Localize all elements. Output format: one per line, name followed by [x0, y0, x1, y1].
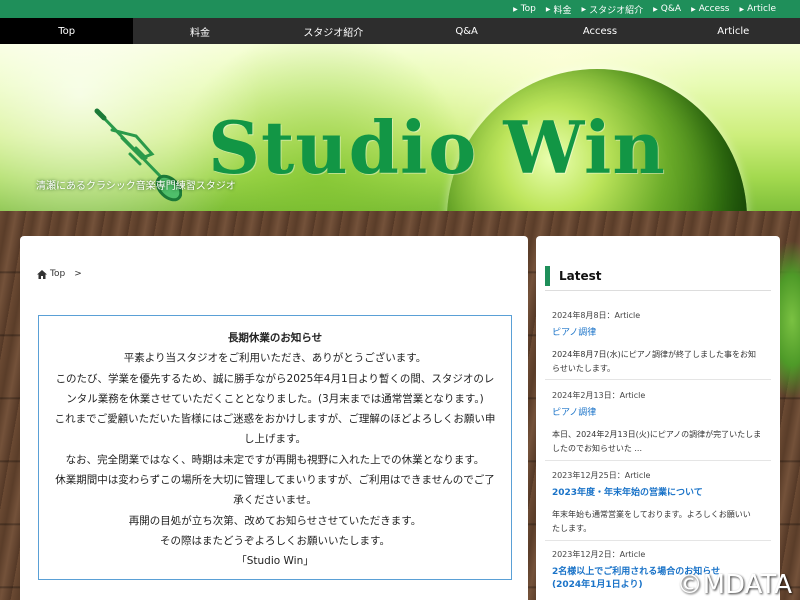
notice-line: なお、完全閉業ではなく、時期は未定ですが再開も視野に入れた上での休業となります。: [65, 453, 485, 466]
util-link-price[interactable]: ▶ 料金: [546, 3, 572, 16]
post-excerpt: 2024年8月7日(水)にピアノ調律が終了しました事をお知 らせいたします。: [552, 348, 772, 376]
triangle-icon: ▶: [581, 5, 587, 13]
breadcrumb: Top >: [37, 269, 82, 279]
closure-notice: 長期休業のお知らせ 平素より当スタジオをご利用いただき、ありがとうございます。 …: [38, 315, 512, 580]
excerpt-line: したのでお知らせいた ...: [552, 444, 643, 453]
notice-line: 承くださいませ。: [233, 494, 317, 507]
post-meta: 2024年2月13日：Article: [552, 391, 646, 400]
notice-line: 休業期間中は変わらずこの場所を大切に管理してまいりますが、ご利用はできませんので…: [55, 474, 495, 487]
nav-item-qa[interactable]: Q&A: [400, 18, 533, 44]
sidebar-latest: Latest 2024年8月8日：Article ピアノ調律 2024年8月7日…: [536, 236, 780, 600]
triangle-icon: ▶: [513, 5, 518, 13]
nav-item-access[interactable]: Access: [533, 18, 666, 44]
nav-item-top[interactable]: Top: [0, 18, 134, 44]
post-title-link[interactable]: 2023年度・年末年始の営業について: [552, 487, 772, 500]
post-excerpt: 本日、2024年2月13日(火)にピアノの調律が完了いたしま したのでお知らせい…: [552, 428, 772, 456]
post-meta: 2023年12月25日：Article: [552, 471, 651, 480]
excerpt-line: 年末年始も通常営業をしております。よろしくお願いい: [552, 510, 751, 519]
util-link-article[interactable]: ▶ Article: [740, 4, 777, 14]
global-nav: Top 料金 スタジオ紹介 Q&A Access Article: [0, 18, 800, 44]
notice-line: このたび、学業を優先するため、誠に勝手ながら2025年4月1日より暫くの間、スタ…: [55, 372, 495, 385]
excerpt-line: らせいたします。: [552, 364, 616, 373]
post-meta: 2023年12月2日：Article: [552, 550, 646, 559]
divider: [545, 290, 771, 291]
notice-line: これまでご愛顧いただいた皆様にはご迷惑をおかけしますが、ご理解のほどよろしくお願…: [54, 413, 496, 426]
post-item: 2023年12月25日：Article 2023年度・年末年始の営業について 年…: [552, 470, 772, 536]
notice-title: 長期休業のお知らせ: [227, 332, 323, 344]
util-link-access[interactable]: ▶ Access: [691, 4, 729, 14]
triangle-icon: ▶: [653, 5, 658, 13]
post-title-link[interactable]: ピアノ調律: [552, 327, 772, 340]
triangle-icon: ▶: [691, 5, 696, 13]
post-item: 2024年8月8日：Article ピアノ調律 2024年8月7日(水)にピアノ…: [552, 310, 772, 376]
breadcrumb-home-link[interactable]: Top: [50, 269, 65, 279]
notice-line: 平素より当スタジオをご利用いただき、ありがとうございます。: [123, 352, 427, 365]
site-logo[interactable]: Studio Win: [208, 112, 666, 184]
watermark: ©MDATA: [676, 570, 792, 600]
sidebar-heading-text: Latest: [559, 269, 602, 283]
site-tagline: 清瀬にあるクラシック音楽専門練習スタジオ: [36, 181, 236, 192]
post-meta: 2024年8月8日：Article: [552, 311, 641, 320]
heading-accent-bar: [545, 266, 550, 286]
trumpet-icon: [94, 108, 182, 202]
breadcrumb-separator: >: [74, 269, 82, 279]
post-excerpt: 年末年始も通常営業をしております。よろしくお願いい たします。: [552, 508, 772, 536]
home-icon: [37, 269, 47, 279]
post-item: 2024年2月13日：Article ピアノ調律 本日、2024年2月13日(火…: [552, 390, 772, 456]
notice-line: し上げます。: [244, 433, 306, 446]
main-content: Top > 長期休業のお知らせ 平素より当スタジオをご利用いただき、ありがとうご…: [20, 236, 528, 600]
notice-line: 「Studio Win」: [236, 555, 314, 568]
divider: [545, 460, 771, 461]
divider: [545, 540, 771, 541]
post-title-link[interactable]: ピアノ調律: [552, 407, 772, 420]
excerpt-line: 本日、2024年2月13日(火)にピアノの調律が完了いたしま: [552, 430, 762, 439]
excerpt-line: 2024年8月7日(水)にピアノ調律が終了しました事をお知: [552, 350, 757, 359]
triangle-icon: ▶: [739, 5, 745, 13]
excerpt-line: たします。: [552, 524, 592, 533]
nav-item-price[interactable]: 料金: [133, 18, 266, 44]
util-link-qa[interactable]: ▶ Q&A: [653, 4, 681, 14]
util-link-studio[interactable]: ▶ スタジオ紹介: [582, 3, 644, 16]
notice-line: その際はまたどうぞよろしくお願いいたします。: [160, 534, 390, 547]
notice-line: 再開の目処が立ち次第、改めてお知らせさせていただきます。: [128, 514, 422, 527]
nav-item-studio[interactable]: スタジオ紹介: [267, 18, 400, 44]
triangle-icon: ▶: [545, 5, 551, 13]
nav-item-article[interactable]: Article: [667, 18, 800, 44]
sidebar-heading: Latest: [545, 266, 602, 286]
utility-nav: ▶ Top ▶ 料金 ▶ スタジオ紹介 ▶ Q&A ▶ Access ▶ Article: [0, 0, 800, 18]
util-link-top[interactable]: ▶ Top: [513, 4, 536, 14]
divider: [545, 379, 771, 380]
notice-line: ンタル業務を休業させていただくこととなりました。(3月末までは通常営業となります…: [66, 392, 484, 405]
